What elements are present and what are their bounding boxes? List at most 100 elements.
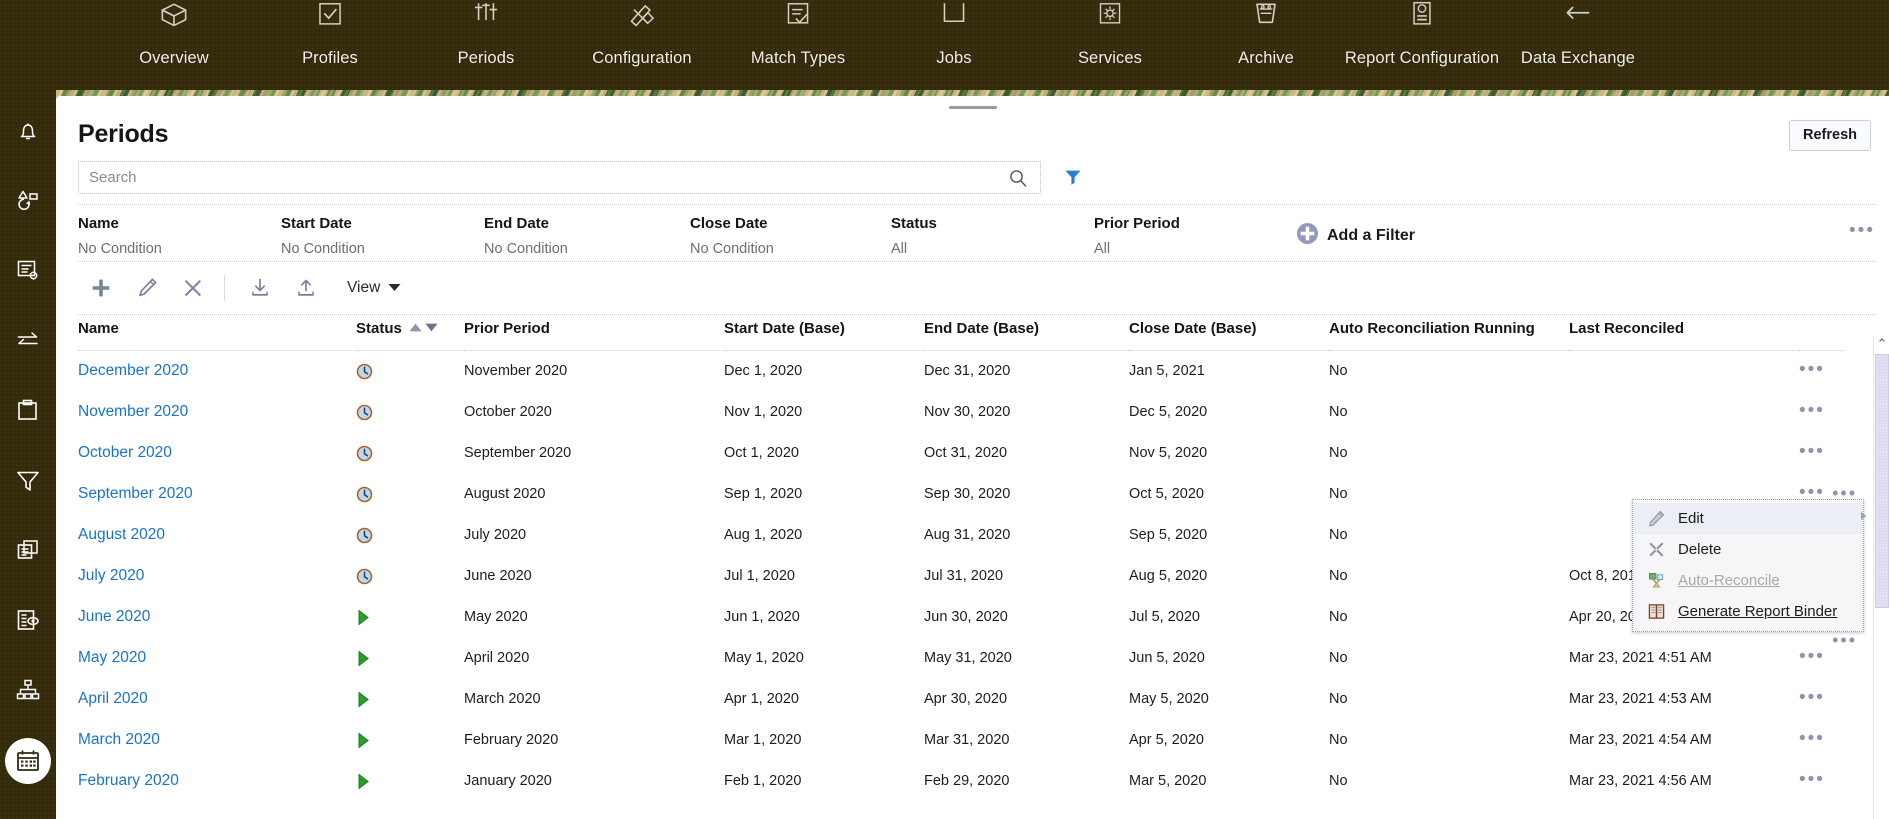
nav-item-profiles[interactable]: Profiles — [252, 0, 408, 69]
vertical-scrollbar[interactable]: ⌃ — [1873, 336, 1889, 819]
filter-column-value[interactable]: No Condition — [281, 241, 365, 257]
period-link[interactable]: July 2020 — [78, 567, 144, 584]
filter-column-prior-period[interactable]: Prior PeriodAll — [1094, 215, 1180, 257]
row-actions-menu[interactable]: ••• — [1799, 687, 1825, 708]
filter-column-value[interactable]: All — [1094, 241, 1180, 257]
filter-icon[interactable] — [1063, 167, 1083, 192]
period-link[interactable]: August 2020 — [78, 526, 165, 543]
table-row[interactable]: December 2020 November 2020 Dec 1, 2020 … — [78, 351, 1843, 393]
export-button[interactable] — [283, 268, 329, 308]
scroll-up-arrow[interactable]: ⌃ — [1875, 338, 1889, 350]
nav-item-periods[interactable]: Periods — [408, 0, 564, 69]
rail-item-reports[interactable] — [5, 528, 51, 574]
cell-name[interactable]: September 2020 — [78, 474, 356, 515]
rail-item-alerts[interactable] — [5, 108, 51, 154]
nav-item-report-configuration[interactable]: Report Configuration — [1344, 0, 1500, 69]
rail-item-transactions[interactable] — [5, 178, 51, 224]
nav-item-services[interactable]: Services — [1032, 0, 1188, 69]
rail-item-rules[interactable] — [5, 248, 51, 294]
cell-name[interactable]: March 2020 — [78, 720, 356, 761]
table-row[interactable]: February 2020 January 2020 Feb 1, 2020 F… — [78, 761, 1843, 802]
cell-name[interactable]: July 2020 — [78, 556, 356, 597]
column-header-close-date-base[interactable]: Close Date (Base) — [1129, 315, 1329, 351]
period-link[interactable]: March 2020 — [78, 731, 160, 748]
period-link[interactable]: September 2020 — [78, 485, 193, 502]
column-header-start-date-base[interactable]: Start Date (Base) — [724, 315, 924, 351]
filter-column-status[interactable]: StatusAll — [891, 215, 937, 257]
table-row[interactable]: April 2020 March 2020 Apr 1, 2020 Apr 30… — [78, 679, 1843, 720]
period-link[interactable]: June 2020 — [78, 608, 150, 625]
table-row[interactable]: November 2020 October 2020 Nov 1, 2020 N… — [78, 392, 1843, 433]
cell-name[interactable]: May 2020 — [78, 638, 356, 679]
filter-column-name[interactable]: NameNo Condition — [78, 215, 162, 257]
cell-actions[interactable]: ••• — [1799, 433, 1843, 474]
column-header-prior-period[interactable]: Prior Period — [464, 315, 724, 351]
rail-item-tasks[interactable] — [5, 388, 51, 434]
period-link[interactable]: October 2020 — [78, 444, 172, 461]
table-row[interactable]: September 2020 August 2020 Sep 1, 2020 S… — [78, 474, 1843, 515]
cell-name[interactable]: June 2020 — [78, 597, 356, 638]
table-row[interactable]: March 2020 February 2020 Mar 1, 2020 Mar… — [78, 720, 1843, 761]
column-header-auto-reconciliation-running[interactable]: Auto Reconciliation Running — [1329, 315, 1569, 351]
cell-name[interactable]: November 2020 — [78, 392, 356, 433]
view-menu[interactable]: View — [347, 279, 401, 297]
filter-column-start-date[interactable]: Start DateNo Condition — [281, 215, 365, 257]
row-actions-menu[interactable]: ••• — [1799, 441, 1825, 462]
search-icon[interactable] — [1008, 168, 1028, 193]
cell-actions[interactable]: ••• — [1799, 761, 1843, 802]
filter-column-value[interactable]: All — [891, 241, 937, 257]
cell-name[interactable]: February 2020 — [78, 761, 356, 802]
import-button[interactable] — [237, 268, 283, 308]
filter-column-value[interactable]: No Condition — [690, 241, 774, 257]
filter-column-value[interactable]: No Condition — [484, 241, 568, 257]
period-link[interactable]: February 2020 — [78, 772, 179, 789]
context-menu-item-delete[interactable]: Delete — [1633, 534, 1863, 565]
row-actions-menu[interactable]: ••• — [1799, 728, 1825, 749]
rail-item-periods[interactable] — [5, 738, 51, 784]
filter-column-close-date[interactable]: Close DateNo Condition — [690, 215, 774, 257]
search-box[interactable] — [78, 161, 1041, 194]
edit-button[interactable] — [124, 268, 170, 308]
nav-item-archive[interactable]: Archive — [1188, 0, 1344, 69]
cell-name[interactable]: December 2020 — [78, 351, 356, 393]
cell-actions[interactable]: ••• — [1799, 351, 1843, 393]
search-input[interactable] — [79, 163, 994, 192]
add-button[interactable] — [78, 268, 124, 308]
column-header-last-reconciled[interactable]: Last Reconciled — [1569, 315, 1799, 351]
nav-item-overview[interactable]: Overview — [96, 0, 252, 69]
refresh-button[interactable]: Refresh — [1789, 120, 1871, 151]
table-row[interactable]: June 2020 May 2020 Jun 1, 2020 Jun 30, 2… — [78, 597, 1843, 638]
filter-column-end-date[interactable]: End DateNo Condition — [484, 215, 568, 257]
cell-actions[interactable]: ••• — [1799, 392, 1843, 433]
rail-item-views[interactable] — [5, 598, 51, 644]
sort-descending-icon[interactable] — [425, 319, 438, 336]
row-actions-menu[interactable]: ••• — [1799, 646, 1825, 667]
period-link[interactable]: April 2020 — [78, 690, 148, 707]
scrollbar-thumb[interactable] — [1875, 354, 1889, 608]
rail-item-hierarchy[interactable] — [5, 668, 51, 714]
nav-item-configuration[interactable]: Configuration — [564, 0, 720, 69]
table-row[interactable]: October 2020 September 2020 Oct 1, 2020 … — [78, 433, 1843, 474]
period-link[interactable]: November 2020 — [78, 403, 188, 420]
row-actions-menu[interactable]: ••• — [1799, 769, 1825, 790]
nav-item-data-exchange[interactable]: Data Exchange — [1500, 0, 1656, 69]
cell-actions[interactable]: ••• — [1799, 679, 1843, 720]
table-row[interactable]: May 2020 April 2020 May 1, 2020 May 31, … — [78, 638, 1843, 679]
add-filter-button[interactable]: Add a Filter — [1296, 222, 1415, 250]
panel-drag-handle[interactable] — [949, 106, 997, 109]
context-menu-item-generate-report-binder[interactable]: Generate Report Binder — [1633, 596, 1863, 627]
delete-button[interactable] — [170, 268, 216, 308]
period-link[interactable]: December 2020 — [78, 362, 188, 379]
nav-item-jobs[interactable]: Jobs — [876, 0, 1032, 69]
filter-column-value[interactable]: No Condition — [78, 241, 162, 257]
row-actions-menu[interactable]: ••• — [1799, 400, 1825, 421]
table-row[interactable]: July 2020 June 2020 Jul 1, 2020 Jul 31, … — [78, 556, 1843, 597]
column-header-name[interactable]: Name — [78, 315, 356, 351]
table-row[interactable]: August 2020 July 2020 Aug 1, 2020 Aug 31… — [78, 515, 1843, 556]
period-link[interactable]: May 2020 — [78, 649, 146, 666]
column-header-actions[interactable] — [1799, 315, 1843, 351]
sort-arrows[interactable] — [409, 319, 438, 336]
filter-bar-overflow-menu[interactable]: ••• — [1849, 227, 1875, 235]
cell-name[interactable]: August 2020 — [78, 515, 356, 556]
cell-name[interactable]: April 2020 — [78, 679, 356, 720]
